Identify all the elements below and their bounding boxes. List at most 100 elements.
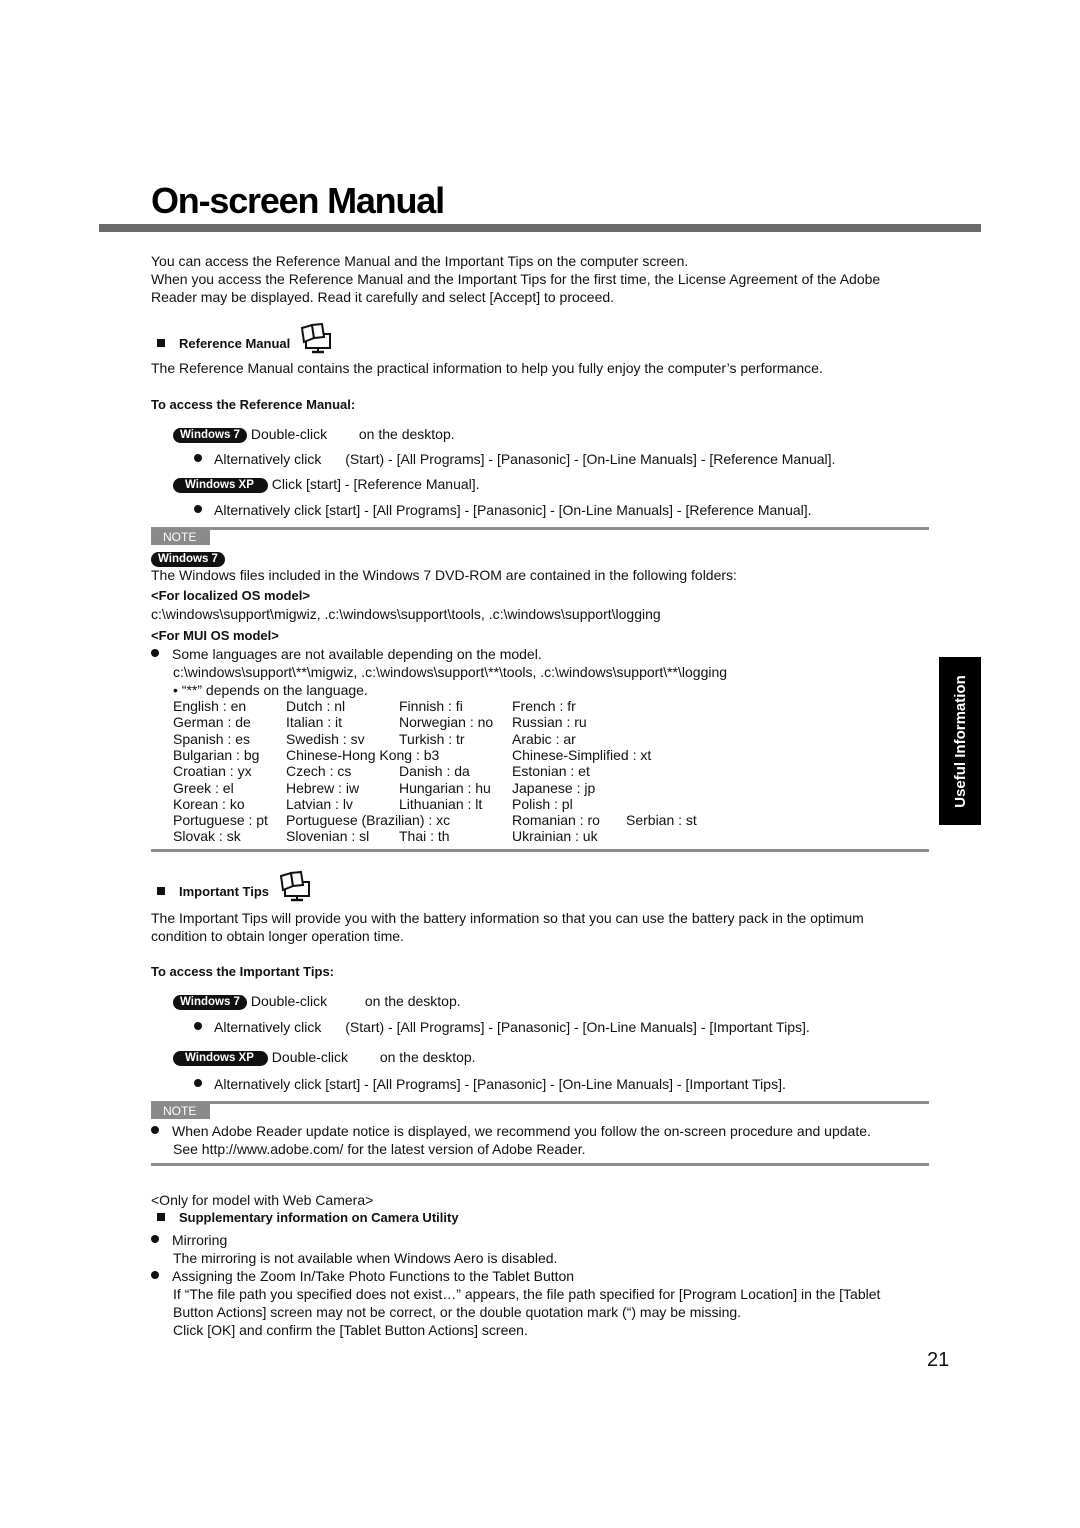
tips-xp-step: Windows XP Double-click on the desktop.: [173, 1048, 476, 1066]
manual-book-monitor-icon: [300, 322, 331, 354]
intro-line-3: Reader may be displayed. Read it careful…: [151, 289, 615, 305]
bullet-icon: [151, 649, 159, 657]
tips-heading: Important Tips: [157, 870, 313, 902]
language-code-entry: Norwegian : no: [399, 714, 494, 731]
language-code-entry: Ukrainian : uk: [512, 828, 598, 845]
windows-7-badge: Windows 7: [151, 552, 225, 567]
camera-heading: Supplementary information on Camera Util…: [157, 1209, 459, 1227]
alt-text: Alternatively click [start] - [All Progr…: [214, 502, 812, 518]
language-code-entry: Serbian : st: [626, 812, 697, 829]
language-code-entry: Czech : cs: [286, 763, 352, 780]
note1-os: Windows 7: [151, 549, 225, 567]
step-text: Double-click: [271, 1049, 349, 1065]
tips-heading-text: Important Tips: [179, 884, 270, 899]
note2-text: When Adobe Reader update notice is displ…: [172, 1123, 871, 1139]
mui-bullet-text: Some languages are not available dependi…: [172, 646, 542, 662]
step-text: Double-click: [250, 426, 328, 442]
mui-bullet: Some languages are not available dependi…: [151, 645, 542, 663]
language-code-entry: French : fr: [512, 698, 576, 714]
note1-text: The Windows files included in the Window…: [151, 567, 737, 583]
windows-7-badge: Windows 7: [173, 995, 247, 1010]
page-title: On-screen Manual: [151, 180, 445, 221]
reference-win7-step: Windows 7 Double-click on the desktop.: [173, 425, 455, 443]
bullet-icon: [151, 1235, 159, 1243]
windows-xp-badge: Windows XP: [173, 478, 268, 493]
language-code-entry: Portuguese (Brazilian) : xc: [286, 812, 451, 829]
language-code-entry: Greek : el: [173, 779, 234, 796]
alt-text: Alternatively click: [214, 1019, 322, 1035]
note2-line-1: When Adobe Reader update notice is displ…: [151, 1122, 871, 1140]
language-code-entry: Portuguese : pt: [173, 812, 268, 829]
square-bullet-icon: [157, 339, 165, 347]
camera-assign-text-1: If “The file path you specified does not…: [173, 1286, 881, 1302]
language-code-entry: Lithuanian : lt: [399, 795, 483, 812]
language-code-entry: Finnish : fi: [399, 698, 463, 714]
square-bullet-icon: [157, 887, 165, 895]
camera-item-title: Mirroring: [172, 1232, 228, 1248]
note-label: NOTE: [151, 530, 210, 545]
language-code-entry: Hebrew : iw: [286, 779, 360, 796]
language-code-entry: Chinese-Simplified : xt: [512, 746, 652, 763]
section-side-tab: Useful Information: [939, 657, 981, 825]
square-bullet-icon: [157, 1213, 165, 1221]
reference-xp-alt: Alternatively click [start] - [All Progr…: [194, 501, 812, 519]
alt-text: (Start) - [All Programs] - [Panasonic] -…: [345, 1019, 810, 1035]
note-divider-top: [151, 1101, 929, 1104]
language-code-entry: Bulgarian : bg: [173, 746, 260, 763]
language-code-entry: Japanese : jp: [512, 779, 596, 796]
tips-win7-step: Windows 7 Double-click on the desktop.: [173, 992, 461, 1010]
camera-mirroring-title: Mirroring: [151, 1231, 227, 1249]
note2-line-2: See http://www.adobe.com/ for the latest…: [173, 1141, 586, 1157]
bullet-icon: [151, 1271, 159, 1279]
mui-heading: <For MUI OS model>: [151, 628, 279, 643]
language-code-entry: Chinese-Hong Kong : b3: [286, 746, 440, 763]
mui-paths: c:\windows\support\**\migwiz, .c:\window…: [173, 664, 728, 680]
language-code-entry: Spanish : es: [173, 730, 251, 747]
language-code-entry: Dutch : nl: [286, 698, 346, 714]
language-code-entry: Korean : ko: [173, 795, 245, 812]
language-code-entry: Romanian : ro: [512, 812, 600, 829]
mui-sub: • “**” depends on the language.: [173, 682, 368, 698]
tips-description-2: condition to obtain longer operation tim…: [151, 928, 404, 944]
bullet-icon: [194, 505, 202, 513]
manual-book-monitor-icon: [279, 870, 310, 902]
language-code-entry: Polish : pl: [512, 795, 573, 812]
language-code-entry: Italian : it: [286, 714, 343, 731]
note-divider-top: [151, 527, 929, 530]
side-tab-label: Useful Information: [951, 674, 969, 808]
language-code-entry: Thai : th: [399, 828, 450, 845]
language-code-entry: German : de: [173, 714, 251, 731]
reference-heading: Reference Manual: [157, 322, 334, 354]
camera-assign-text-3: Click [OK] and confirm the [Tablet Butto…: [173, 1322, 528, 1338]
language-code-entry: Russian : ru: [512, 714, 587, 731]
tips-xp-alt: Alternatively click [start] - [All Progr…: [194, 1075, 786, 1093]
language-code-entry: Croatian : yx: [173, 763, 252, 780]
language-code-entry: Arabic : ar: [512, 730, 576, 747]
language-code-entry: Swedish : sv: [286, 730, 365, 747]
tips-win7-alt: Alternatively click (Start) - [All Progr…: [194, 1018, 810, 1036]
alt-text: Alternatively click: [214, 451, 322, 467]
bullet-icon: [194, 1079, 202, 1087]
reference-heading-text: Reference Manual: [179, 336, 291, 351]
localized-heading: <For localized OS model>: [151, 588, 310, 603]
step-text: Double-click: [250, 993, 328, 1009]
note-divider-bottom: [151, 849, 929, 852]
step-text: Click [start] - [Reference Manual].: [271, 476, 480, 492]
title-divider: [99, 224, 981, 232]
reference-xp-step: Windows XP Click [start] - [Reference Ma…: [173, 475, 480, 493]
note-label: NOTE: [151, 1104, 210, 1119]
reference-win7-alt: Alternatively click (Start) - [All Progr…: [194, 450, 835, 468]
note-divider-bottom: [151, 1163, 929, 1166]
language-code-entry: Slovak : sk: [173, 828, 241, 845]
camera-qualifier: <Only for model with Web Camera>: [151, 1192, 374, 1208]
bullet-icon: [194, 454, 202, 462]
alt-text: Alternatively click [start] - [All Progr…: [214, 1076, 786, 1092]
language-code-entry: Hungarian : hu: [399, 779, 491, 796]
tips-description-1: The Important Tips will provide you with…: [151, 910, 864, 926]
alt-text: (Start) - [All Programs] - [Panasonic] -…: [345, 451, 836, 467]
language-code-entry: Estonian : et: [512, 763, 590, 780]
bullet-icon: [194, 1022, 202, 1030]
camera-assign-title: Assigning the Zoom In/Take Photo Functio…: [151, 1267, 574, 1285]
language-code-entry: English : en: [173, 698, 247, 714]
reference-access-heading: To access the Reference Manual:: [151, 397, 356, 412]
